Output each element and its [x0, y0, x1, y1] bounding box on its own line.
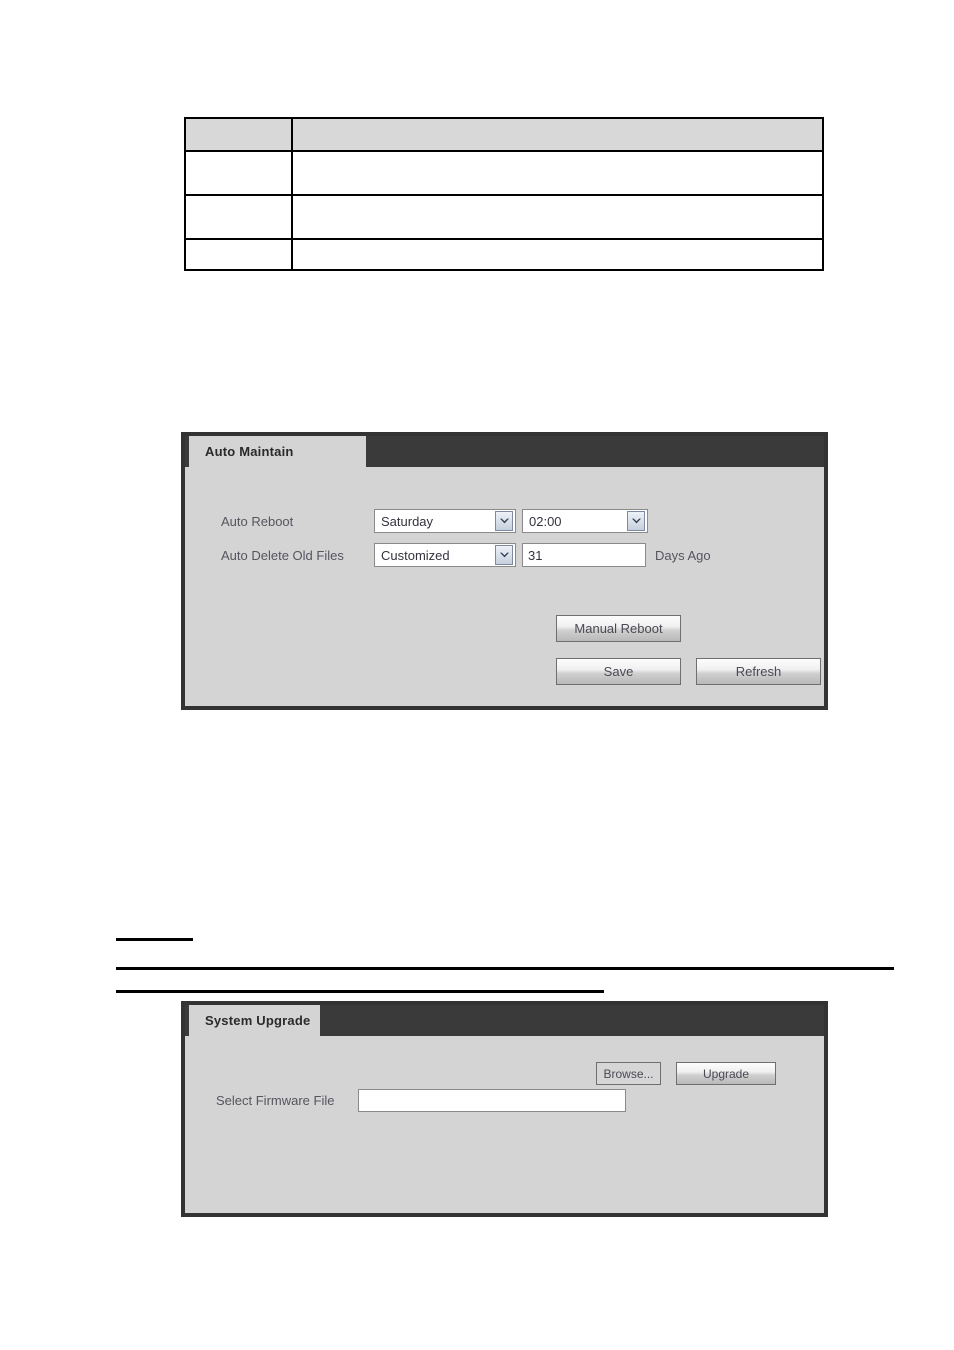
- parameter-table: [184, 117, 824, 271]
- auto-maintain-tabbar: Auto Maintain: [185, 436, 824, 467]
- days-ago-label: Days Ago: [655, 547, 711, 563]
- select-firmware-file-label: Select Firmware File: [216, 1092, 335, 1108]
- horizontal-rule-short: [116, 938, 193, 941]
- horizontal-rule-medium: [116, 990, 604, 993]
- chevron-down-icon[interactable]: [495, 511, 513, 531]
- table-header-cell-name: [184, 117, 293, 152]
- chevron-down-icon[interactable]: [495, 545, 513, 565]
- save-button[interactable]: Save: [556, 658, 681, 685]
- auto-delete-mode-value: Customized: [381, 547, 450, 563]
- manual-reboot-button[interactable]: Manual Reboot: [556, 615, 681, 642]
- table-cell-function: [291, 150, 824, 196]
- tab-auto-maintain[interactable]: Auto Maintain: [189, 436, 366, 467]
- auto-delete-old-files-row: Auto Delete Old Files Customized 31 Days…: [221, 543, 711, 567]
- tab-auto-maintain-label: Auto Maintain: [205, 444, 294, 459]
- table-cell-name: [184, 238, 293, 271]
- auto-maintain-panel: Auto Maintain Auto Reboot Saturday 02:00: [181, 432, 828, 710]
- auto-delete-mode-select[interactable]: Customized: [374, 543, 516, 567]
- auto-reboot-row: Auto Reboot Saturday 02:00: [221, 509, 648, 533]
- table-cell-name: [184, 194, 293, 240]
- auto-reboot-day-select[interactable]: Saturday: [374, 509, 516, 533]
- chevron-down-icon[interactable]: [627, 511, 645, 531]
- auto-delete-days-value: 31: [528, 547, 543, 563]
- refresh-button[interactable]: Refresh: [696, 658, 821, 685]
- horizontal-rule-full: [116, 967, 894, 970]
- auto-delete-days-input[interactable]: 31: [522, 543, 646, 567]
- upgrade-button[interactable]: Upgrade: [676, 1062, 776, 1085]
- table-header-cell-function: [291, 117, 824, 152]
- system-upgrade-tabbar: System Upgrade: [185, 1005, 824, 1036]
- auto-delete-old-files-label: Auto Delete Old Files: [221, 547, 344, 563]
- auto-reboot-time-select[interactable]: 02:00: [522, 509, 648, 533]
- auto-reboot-day-value: Saturday: [381, 513, 434, 529]
- system-upgrade-panel: System Upgrade Select Firmware File: [181, 1001, 828, 1217]
- select-firmware-file-row: Select Firmware File: [216, 1088, 626, 1112]
- table-cell-name: [184, 150, 293, 196]
- table-row: [184, 150, 824, 196]
- auto-reboot-label: Auto Reboot: [221, 513, 294, 529]
- table-header-row: [184, 117, 824, 152]
- firmware-file-input[interactable]: [358, 1088, 626, 1112]
- table-row: [184, 194, 824, 240]
- table-cell-function: [291, 238, 824, 271]
- tab-system-upgrade-label: System Upgrade: [205, 1013, 311, 1028]
- browse-button[interactable]: Browse...: [596, 1062, 661, 1085]
- table-row: [184, 238, 824, 271]
- tab-system-upgrade[interactable]: System Upgrade: [189, 1005, 320, 1036]
- auto-reboot-time-value: 02:00: [529, 513, 562, 529]
- table-cell-function: [291, 194, 824, 240]
